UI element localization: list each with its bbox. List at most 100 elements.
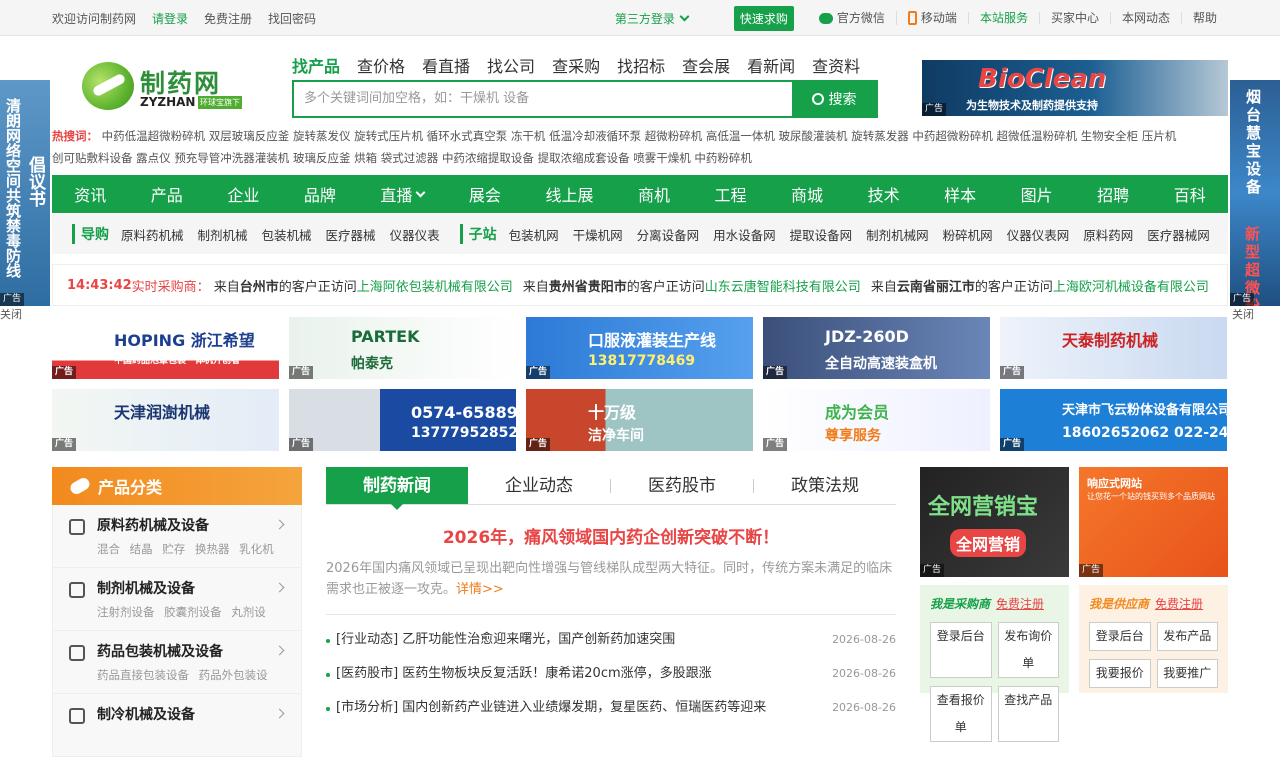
- ad-banner[interactable]: 0574-65889966 13777952852 广告: [289, 389, 516, 451]
- post-product-button[interactable]: 发布产品: [1156, 622, 1218, 651]
- nav-products[interactable]: 产品: [151, 182, 183, 206]
- substation-item[interactable]: 用水设备网: [713, 225, 776, 244]
- category-item[interactable]: 原料药机械及设备 混合 结晶 贮存 换热器 乳化机: [52, 505, 302, 568]
- nav-news[interactable]: 资讯: [74, 182, 106, 206]
- site-service-link[interactable]: 本站服务: [967, 12, 1039, 24]
- ad-banner[interactable]: 天泰制药机械 广告: [1000, 317, 1227, 379]
- news-list-item[interactable]: [行业动态] 乙肝功能性治愈迎来曙光，国产创新药加速突围 2026-08-26: [326, 623, 896, 657]
- guide-item[interactable]: 仪器仪表: [390, 225, 440, 244]
- promote-button[interactable]: 我要推广: [1156, 659, 1218, 688]
- substation-item[interactable]: 干燥机网: [573, 225, 623, 244]
- buyer-center-link[interactable]: 买家中心: [1038, 12, 1110, 24]
- bioclean-banner[interactable]: BioClean 为生物技术及制药提供支持 广告: [922, 60, 1228, 116]
- hot-keyword-link[interactable]: 预充导管冲洗器灌装机: [174, 151, 289, 165]
- left-banner-close[interactable]: 关闭: [0, 306, 22, 322]
- search-tab-product[interactable]: 找产品: [292, 53, 340, 77]
- ad-banner[interactable]: PARTEK 帕泰克 广告: [289, 317, 516, 379]
- mobile-link[interactable]: 移动端: [895, 11, 968, 25]
- nav-wiki[interactable]: 百科: [1174, 182, 1206, 206]
- hot-keyword-link[interactable]: 提取浓缩成套设备: [538, 151, 630, 165]
- tab-policy[interactable]: 政策法规: [754, 467, 896, 504]
- category-item[interactable]: 制剂机械及设备 注射剂设备 胶囊剂设备 丸剂设: [52, 568, 302, 631]
- nav-brands[interactable]: 品牌: [304, 182, 336, 206]
- search-tab-docs[interactable]: 查资料: [812, 53, 860, 77]
- search-input[interactable]: 多个关键词间加空格，如：干燥机 设备: [294, 82, 792, 116]
- tab-company-news[interactable]: 企业动态: [468, 467, 610, 504]
- guide-item[interactable]: 原料药机械: [121, 225, 184, 244]
- nav-images[interactable]: 图片: [1021, 182, 1053, 206]
- hot-keyword-link[interactable]: 旋转蒸发器: [851, 129, 909, 143]
- ticker-company-link[interactable]: 山东云唐智能科技有限公司: [705, 280, 861, 295]
- ticker-company-link[interactable]: 上海阿依包装机械有限公司: [357, 280, 513, 295]
- search-tab-price[interactable]: 查价格: [357, 53, 405, 77]
- seller-register-link[interactable]: 免费注册: [1155, 597, 1203, 611]
- login-link[interactable]: 请登录: [152, 10, 188, 27]
- ad-banner[interactable]: 成为会员 尊享服务 广告: [763, 389, 990, 451]
- nav-mall[interactable]: 商城: [791, 182, 823, 206]
- ad-banner[interactable]: 天津润澍机械 广告: [52, 389, 279, 451]
- register-link[interactable]: 免费注册: [204, 10, 252, 27]
- seller-login-button[interactable]: 登录后台: [1089, 622, 1151, 651]
- hot-keyword-link[interactable]: 露点仪: [136, 151, 171, 165]
- guide-item[interactable]: 医疗器械: [326, 225, 376, 244]
- category-item[interactable]: 药品包装机械及设备 药品直接包装设备 药品外包装设: [52, 631, 302, 694]
- tab-pharma-news[interactable]: 制药新闻: [326, 467, 468, 510]
- headline-link[interactable]: 2026年，痛风领域国内药企创新突破不断！: [326, 523, 896, 548]
- hot-keyword-link[interactable]: 烘箱: [354, 151, 377, 165]
- wechat-link[interactable]: 官方微信: [808, 12, 896, 24]
- substation-item[interactable]: 医疗器械网: [1147, 225, 1210, 244]
- hot-keyword-link[interactable]: 超微低温粉碎机: [997, 129, 1078, 143]
- hot-keyword-link[interactable]: 压片机: [1142, 129, 1177, 143]
- nav-live[interactable]: 直播: [380, 182, 426, 206]
- substation-item[interactable]: 制剂机械网: [866, 225, 929, 244]
- search-button[interactable]: 搜索: [792, 82, 876, 116]
- post-inquiry-button[interactable]: 发布询价单: [997, 622, 1059, 678]
- hot-keyword-link[interactable]: 冻干机: [511, 129, 546, 143]
- site-news-link[interactable]: 本网动态: [1109, 12, 1181, 24]
- buyer-register-link[interactable]: 免费注册: [996, 597, 1044, 611]
- more-link[interactable]: 详情>>: [456, 582, 504, 597]
- nav-tech[interactable]: 技术: [868, 182, 900, 206]
- substation-item[interactable]: 仪器仪表网: [1007, 225, 1070, 244]
- search-tab-tender[interactable]: 找招标: [617, 53, 665, 77]
- hot-keyword-link[interactable]: 喷雾干燥机: [633, 151, 691, 165]
- ad-banner[interactable]: HOPING 浙江希望 中国药品泡罩包装一体机开创者 广告: [52, 317, 279, 379]
- hot-keyword-link[interactable]: 玻璃反应釜: [293, 151, 351, 165]
- quick-purchase-button[interactable]: 快速求购: [733, 5, 794, 31]
- substation-item[interactable]: 粉碎机网: [943, 225, 993, 244]
- search-tab-company[interactable]: 找公司: [487, 53, 535, 77]
- hot-keyword-link[interactable]: 循环水式真空泵: [427, 129, 508, 143]
- tab-stock[interactable]: 医药股市: [611, 467, 753, 504]
- hot-keyword-link[interactable]: 中药浓缩提取设备: [442, 151, 534, 165]
- hot-keyword-link[interactable]: 袋式过滤器: [381, 151, 439, 165]
- nav-samples[interactable]: 样本: [944, 182, 976, 206]
- hot-keyword-link[interactable]: 低温冷却液循环泵: [549, 129, 641, 143]
- nav-jobs[interactable]: 招聘: [1097, 182, 1129, 206]
- hot-keyword-link[interactable]: 高低温一体机: [706, 129, 775, 143]
- ticker-company-link[interactable]: 上海欧河机械设备有限公司: [1053, 280, 1209, 295]
- category-item[interactable]: 制冷机械及设备: [52, 694, 302, 757]
- find-product-button[interactable]: 查找产品: [997, 686, 1059, 742]
- right-side-banner[interactable]: 烟台慧宝设备 新型超微粉碎机 广告: [1230, 80, 1280, 306]
- left-side-banner[interactable]: 清朗网络空间共筑禁毒防线 倡议书 广告: [0, 80, 50, 306]
- substation-item[interactable]: 原料药网: [1083, 225, 1133, 244]
- search-tab-live[interactable]: 看直播: [422, 53, 470, 77]
- forgot-password-link[interactable]: 找回密码: [268, 10, 316, 27]
- nav-online-expo[interactable]: 线上展: [545, 182, 593, 206]
- nav-expo[interactable]: 展会: [469, 182, 501, 206]
- nav-business[interactable]: 商机: [638, 182, 670, 206]
- hot-keyword-link[interactable]: 双层玻璃反应釜: [209, 129, 290, 143]
- right-banner-close[interactable]: 关闭: [1232, 306, 1254, 322]
- hot-keyword-link[interactable]: 中药粉碎机: [694, 151, 752, 165]
- ad-banner[interactable]: 十万级 洁净车间 广告: [526, 389, 753, 451]
- hot-keyword-link[interactable]: 创可贴敷料设备: [52, 151, 133, 165]
- search-tab-purchase[interactable]: 查采购: [552, 53, 600, 77]
- hot-keyword-link[interactable]: 中药低温超微粉碎机: [102, 129, 206, 143]
- hot-keyword-link[interactable]: 玻尿酸灌装机: [779, 129, 848, 143]
- buyer-login-button[interactable]: 登录后台: [930, 622, 992, 678]
- nav-engineering[interactable]: 工程: [715, 182, 747, 206]
- site-logo[interactable]: 制药网 ZYZHAN 环球宝旗下: [82, 60, 242, 114]
- search-tab-news[interactable]: 看新闻: [747, 53, 795, 77]
- guide-item[interactable]: 包装机械: [262, 225, 312, 244]
- ad-banner[interactable]: JDZ-260D 全自动高速装盒机 广告: [763, 317, 990, 379]
